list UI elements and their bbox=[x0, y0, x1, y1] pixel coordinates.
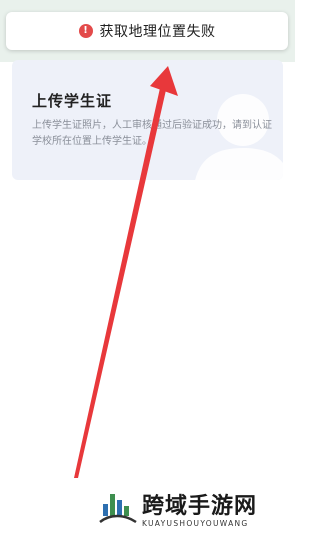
watermark-subtitle: KUAYUSHOUYOUWANG bbox=[142, 519, 249, 528]
site-logo-icon bbox=[99, 494, 137, 524]
red-annotation-arrow bbox=[74, 66, 178, 478]
watermark-title: 跨域手游网 bbox=[142, 493, 258, 519]
site-watermark: 跨域手游网 KUAYUSHOUYOUWANG bbox=[98, 486, 288, 534]
